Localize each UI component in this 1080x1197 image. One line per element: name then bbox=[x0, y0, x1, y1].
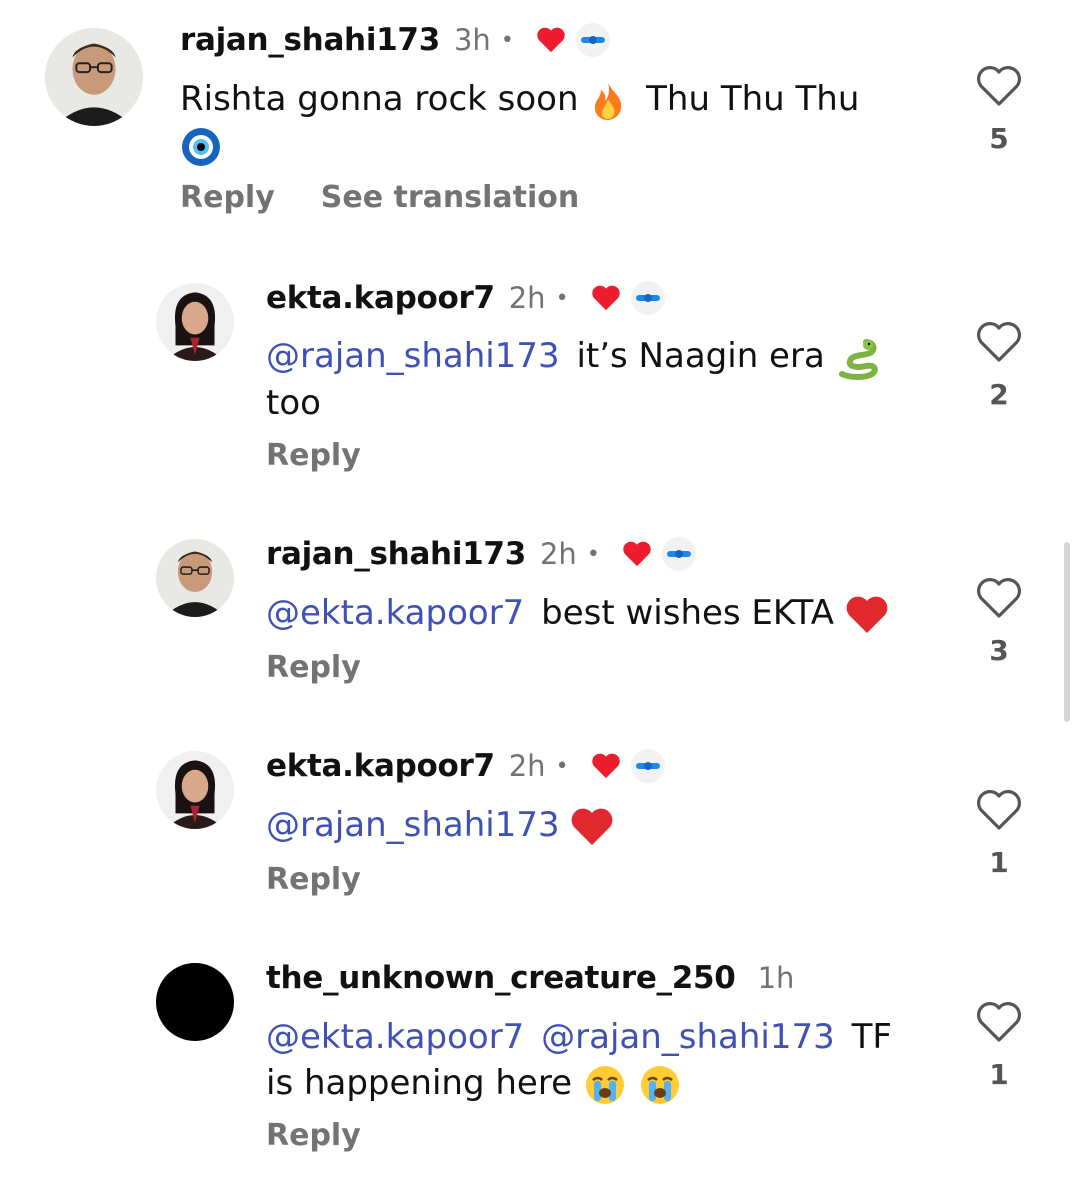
avatar[interactable] bbox=[156, 751, 234, 829]
reply-button[interactable]: Reply bbox=[266, 862, 361, 897]
brand-badge-icon bbox=[661, 537, 696, 571]
red-heart-icon bbox=[623, 541, 651, 567]
mention-link[interactable]: @rajan_shahi173 bbox=[266, 336, 560, 376]
comment-text-part: is happening here bbox=[266, 1063, 572, 1103]
username[interactable]: rajan_shahi173 bbox=[180, 22, 440, 58]
comment-actions: Reply See translation bbox=[180, 180, 579, 215]
like-count: 1 bbox=[989, 1058, 1009, 1091]
fire-emoji bbox=[595, 82, 622, 120]
avatar[interactable] bbox=[45, 28, 143, 126]
like-count: 2 bbox=[989, 378, 1009, 411]
timestamp: 2h bbox=[508, 281, 546, 315]
comment-meta: ekta.kapoor7 2h • bbox=[266, 280, 665, 316]
avatar[interactable] bbox=[156, 283, 234, 361]
mention-link[interactable]: @ekta.kapoor7 bbox=[266, 1017, 524, 1057]
red-heart-emoji bbox=[572, 808, 613, 845]
brand-badge-icon bbox=[575, 23, 610, 57]
timestamp: 2h bbox=[539, 537, 577, 571]
comment-actions: Reply bbox=[266, 1118, 361, 1153]
username[interactable]: ekta.kapoor7 bbox=[266, 280, 495, 316]
timestamp: 2h bbox=[508, 749, 546, 783]
heart-outline-icon[interactable] bbox=[975, 1000, 1023, 1044]
nazar-emoji bbox=[182, 127, 220, 166]
like-control: 5 bbox=[974, 64, 1024, 155]
mention-link[interactable]: @rajan_shahi173 bbox=[541, 1017, 835, 1057]
mention-link[interactable]: @rajan_shahi173 bbox=[266, 805, 560, 845]
comment-meta: rajan_shahi173 2h • bbox=[266, 536, 696, 572]
avatar[interactable] bbox=[156, 539, 234, 617]
avatar[interactable] bbox=[156, 963, 234, 1041]
comment-actions: Reply bbox=[266, 650, 361, 685]
comment-text: Rishta gonna rock soon Thu Thu Thu bbox=[180, 76, 940, 168]
comment-meta: ekta.kapoor7 2h • bbox=[266, 748, 665, 784]
mention-link[interactable]: @ekta.kapoor7 bbox=[266, 593, 524, 633]
crying-emoji bbox=[585, 1065, 624, 1104]
scrollbar[interactable] bbox=[1064, 542, 1070, 722]
reply-button[interactable]: Reply bbox=[266, 650, 361, 685]
heart-outline-icon[interactable] bbox=[975, 788, 1023, 832]
brand-badge-icon bbox=[630, 749, 665, 783]
like-count: 3 bbox=[989, 634, 1009, 667]
brand-badge-icon bbox=[630, 281, 665, 315]
separator-dot: • bbox=[555, 285, 569, 311]
comment-text: @rajan_shahi173 bbox=[266, 802, 926, 848]
comment-text-part: too bbox=[266, 382, 321, 423]
comment-meta: rajan_shahi173 3h • bbox=[180, 22, 610, 58]
comment-text-part: Rishta gonna rock soon bbox=[180, 79, 579, 119]
timestamp: 3h bbox=[453, 23, 491, 57]
separator-dot: • bbox=[500, 27, 514, 53]
like-count: 5 bbox=[989, 122, 1009, 155]
comment-text: @ekta.kapoor7 best wishes EKTA bbox=[266, 590, 946, 636]
like-control: 1 bbox=[974, 1000, 1024, 1091]
reply-button[interactable]: Reply bbox=[266, 438, 361, 473]
username[interactable]: the_unknown_creature_250 bbox=[266, 960, 736, 996]
comment-actions: Reply bbox=[266, 438, 361, 473]
heart-outline-icon[interactable] bbox=[975, 576, 1023, 620]
username[interactable]: ekta.kapoor7 bbox=[266, 748, 495, 784]
like-count: 1 bbox=[989, 846, 1009, 879]
red-heart-icon bbox=[591, 285, 620, 311]
timestamp: 1h bbox=[757, 961, 795, 995]
red-heart-icon bbox=[591, 753, 620, 779]
comment-actions: Reply bbox=[266, 862, 361, 897]
comment-text: @rajan_shahi173 it’s Naagin era too bbox=[266, 333, 926, 426]
see-translation-button[interactable]: See translation bbox=[321, 180, 579, 215]
snake-emoji bbox=[838, 338, 878, 380]
like-control: 2 bbox=[974, 320, 1024, 411]
separator-dot: • bbox=[555, 753, 569, 779]
like-control: 3 bbox=[974, 576, 1024, 667]
comment-text-part: Thu Thu Thu bbox=[646, 79, 860, 119]
separator-dot: • bbox=[586, 541, 600, 567]
comment-text: @ekta.kapoor7 @rajan_shahi173 TF is happ… bbox=[266, 1014, 946, 1106]
like-control: 1 bbox=[974, 788, 1024, 879]
reply-button[interactable]: Reply bbox=[180, 180, 275, 215]
red-heart-emoji bbox=[846, 596, 888, 633]
comment-text-part: TF bbox=[851, 1017, 892, 1057]
username[interactable]: rajan_shahi173 bbox=[266, 536, 526, 572]
reply-button[interactable]: Reply bbox=[266, 1118, 361, 1153]
comment-meta: the_unknown_creature_250 1h bbox=[266, 960, 794, 996]
red-heart-icon bbox=[537, 27, 565, 53]
heart-outline-icon[interactable] bbox=[975, 64, 1023, 108]
heart-outline-icon[interactable] bbox=[975, 320, 1023, 364]
comment-text-part: best wishes EKTA bbox=[541, 593, 834, 633]
crying-emoji bbox=[640, 1065, 679, 1104]
comment-text-part: it’s Naagin era bbox=[576, 336, 825, 376]
